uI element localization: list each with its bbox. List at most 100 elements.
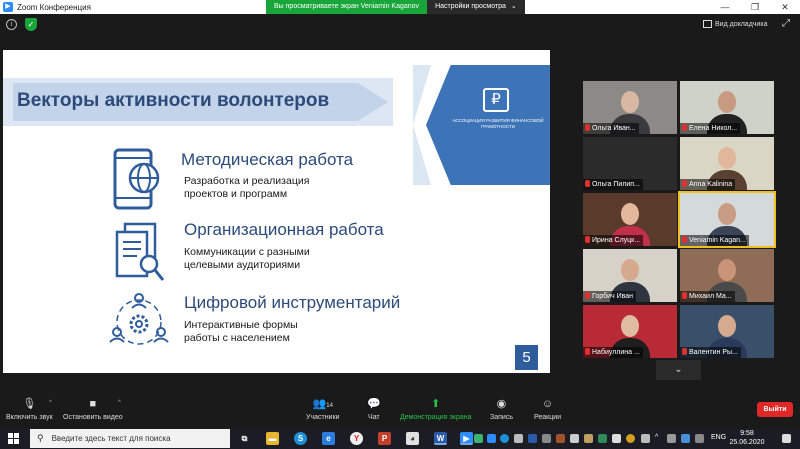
section-heading-methodical: Методическая работа bbox=[181, 150, 354, 169]
stop-video-button[interactable]: ■ Остановить видео bbox=[63, 397, 123, 421]
tray-bluetooth-icon[interactable] bbox=[681, 434, 690, 443]
chrome-icon[interactable]: ◕ bbox=[406, 432, 419, 445]
close-button[interactable]: ✕ bbox=[770, 0, 800, 14]
slide-page-number: 5 bbox=[515, 345, 538, 370]
tray-monitor-icon[interactable] bbox=[542, 434, 551, 443]
powerpoint-icon[interactable]: P bbox=[378, 432, 391, 445]
unmute-button[interactable]: 🎙 Включить звук bbox=[6, 397, 53, 421]
section-heading-digital: Цифровой инструментарий bbox=[184, 293, 401, 312]
participant-tile[interactable]: Ирина Слуцк... bbox=[583, 193, 677, 246]
participant-face bbox=[621, 91, 639, 113]
participant-name: Ольга Иван... bbox=[583, 123, 639, 134]
participant-name: Veniamin Kagan... bbox=[680, 235, 749, 246]
minimize-button[interactable]: — bbox=[710, 0, 740, 14]
participant-face bbox=[718, 259, 736, 281]
reactions-label: Реакции bbox=[534, 414, 562, 421]
shared-screen-slide: Векторы активности волонтеров ₽ АССОЦИАЦ… bbox=[3, 50, 550, 373]
share-banner: Вы просматриваете экран Veniamin Kaganov… bbox=[266, 0, 525, 14]
reactions-button[interactable]: ☺ Реакции bbox=[534, 397, 561, 421]
reactions-icon: ☺ bbox=[541, 398, 554, 410]
mic-muted-icon bbox=[585, 292, 590, 299]
participant-name: Ирина Слуцк... bbox=[583, 235, 644, 246]
camera-icon: ■ bbox=[89, 398, 97, 410]
participant-tile[interactable]: Ольга Иван... bbox=[583, 81, 677, 134]
tray-green-icon[interactable] bbox=[598, 434, 607, 443]
participant-tile[interactable]: Елена Никол... bbox=[680, 81, 774, 134]
stop-video-label: Остановить видео bbox=[63, 414, 123, 421]
edge-icon[interactable]: e bbox=[322, 432, 335, 445]
gallery-scroll-down-icon[interactable]: ⌄ bbox=[656, 360, 701, 380]
windows-start-icon[interactable] bbox=[8, 433, 19, 444]
tray-skype-icon[interactable] bbox=[500, 434, 509, 443]
tray-chevron-icon[interactable]: ^ bbox=[655, 434, 658, 441]
participant-tile[interactable]: Veniamin Kagan... bbox=[678, 191, 776, 248]
tray-cloud-icon[interactable] bbox=[514, 434, 523, 443]
input-language[interactable]: ENG bbox=[711, 434, 726, 441]
participant-face bbox=[718, 147, 736, 169]
system-clock[interactable]: 9:58 25.06.2020 bbox=[729, 429, 765, 447]
windows-taskbar: ⚲ ⧉ ▬ S e Y P ◕ W ▶ ^ ENG 9:58 25.06.202… bbox=[0, 428, 800, 449]
volume-icon[interactable] bbox=[695, 434, 704, 443]
tray-network-icon[interactable] bbox=[667, 434, 676, 443]
taskbar-search-input[interactable] bbox=[51, 434, 222, 443]
unmute-label: Включить звук bbox=[6, 414, 53, 421]
speaker-view-button[interactable]: Вид докладчика bbox=[703, 17, 767, 31]
participant-name: Михаил Ма... bbox=[680, 291, 735, 302]
tray-download-icon[interactable] bbox=[474, 434, 483, 443]
task-view-icon[interactable]: ⧉ bbox=[238, 432, 251, 445]
participant-tile[interactable]: Михаил Ма... bbox=[680, 249, 774, 302]
clock-time: 9:58 bbox=[740, 430, 754, 437]
participant-tile[interactable]: Валентин Ры... bbox=[680, 305, 774, 358]
clock-date: 25.06.2020 bbox=[729, 439, 765, 446]
participant-face bbox=[621, 315, 639, 337]
participant-tile[interactable]: Горбич Иван bbox=[583, 249, 677, 302]
participants-button[interactable]: 👥14 Участники bbox=[306, 397, 339, 421]
slide-title: Векторы активности волонтеров bbox=[17, 90, 330, 111]
documents-search-icon bbox=[115, 222, 165, 281]
participants-label: Участники bbox=[306, 414, 340, 421]
tray-zoom-icon[interactable] bbox=[487, 434, 496, 443]
record-icon: ◉ bbox=[496, 398, 507, 410]
share-banner-message: Вы просматриваете экран Veniamin Kaganov bbox=[266, 0, 428, 14]
tray-emoji-icon[interactable] bbox=[626, 434, 635, 443]
participant-name: Елена Никол... bbox=[680, 123, 741, 134]
share-screen-button[interactable]: ⬆ Демонстрация экрана bbox=[400, 397, 472, 421]
zoom-taskbar-icon[interactable]: ▶ bbox=[460, 432, 473, 445]
participant-name: Anna Kalinina bbox=[680, 179, 736, 190]
participants-count: 14 bbox=[326, 403, 333, 409]
chat-label: Чат bbox=[368, 414, 380, 421]
view-options-button[interactable]: Настройки просмотра ⌄ bbox=[427, 0, 525, 14]
word-icon[interactable]: W bbox=[434, 432, 447, 445]
taskbar-search[interactable]: ⚲ bbox=[30, 429, 230, 448]
fullscreen-icon[interactable]: ⤢ bbox=[782, 18, 790, 29]
record-button[interactable]: ◉ Запись bbox=[490, 397, 513, 421]
participant-face bbox=[718, 203, 736, 225]
tray-word-icon[interactable] bbox=[528, 434, 537, 443]
tray-security-icon[interactable] bbox=[641, 434, 650, 443]
leave-meeting-button[interactable]: Выйти bbox=[757, 402, 793, 417]
mic-muted-icon bbox=[682, 124, 687, 131]
meeting-info-icon[interactable]: i bbox=[6, 19, 17, 30]
file-explorer-icon[interactable]: ▬ bbox=[266, 432, 279, 445]
audio-options-caret-icon[interactable]: ^ bbox=[49, 400, 52, 406]
mic-muted-icon bbox=[682, 292, 687, 299]
encryption-shield-icon[interactable]: ✓ bbox=[25, 18, 37, 31]
people-gear-icon bbox=[109, 293, 169, 345]
participant-tile[interactable]: Anna Kalinina bbox=[680, 137, 774, 190]
notifications-icon[interactable] bbox=[782, 434, 791, 443]
participant-face bbox=[621, 259, 639, 281]
video-options-caret-icon[interactable]: ^ bbox=[118, 400, 121, 406]
tray-app-icon[interactable] bbox=[556, 434, 565, 443]
chat-button[interactable]: 💬 Чат bbox=[367, 397, 381, 421]
participant-tile[interactable]: Набиуллина ... bbox=[583, 305, 677, 358]
tray-device-icon[interactable] bbox=[612, 434, 621, 443]
skype-icon[interactable]: S bbox=[294, 432, 307, 445]
tray-tool-icon[interactable] bbox=[584, 434, 593, 443]
window-title: Zoom Конференция bbox=[17, 2, 91, 12]
view-options-label: Настройки просмотра bbox=[435, 3, 506, 10]
participant-tile[interactable]: Ольга Пилип... bbox=[583, 137, 677, 190]
maximize-button[interactable]: ❐ bbox=[740, 0, 770, 14]
yandex-icon[interactable]: Y bbox=[350, 432, 363, 445]
tray-printer-icon[interactable] bbox=[570, 434, 579, 443]
meeting-toolbar: 🎙 Включить звук ^ ■ Остановить видео ^ 👥… bbox=[0, 392, 800, 428]
